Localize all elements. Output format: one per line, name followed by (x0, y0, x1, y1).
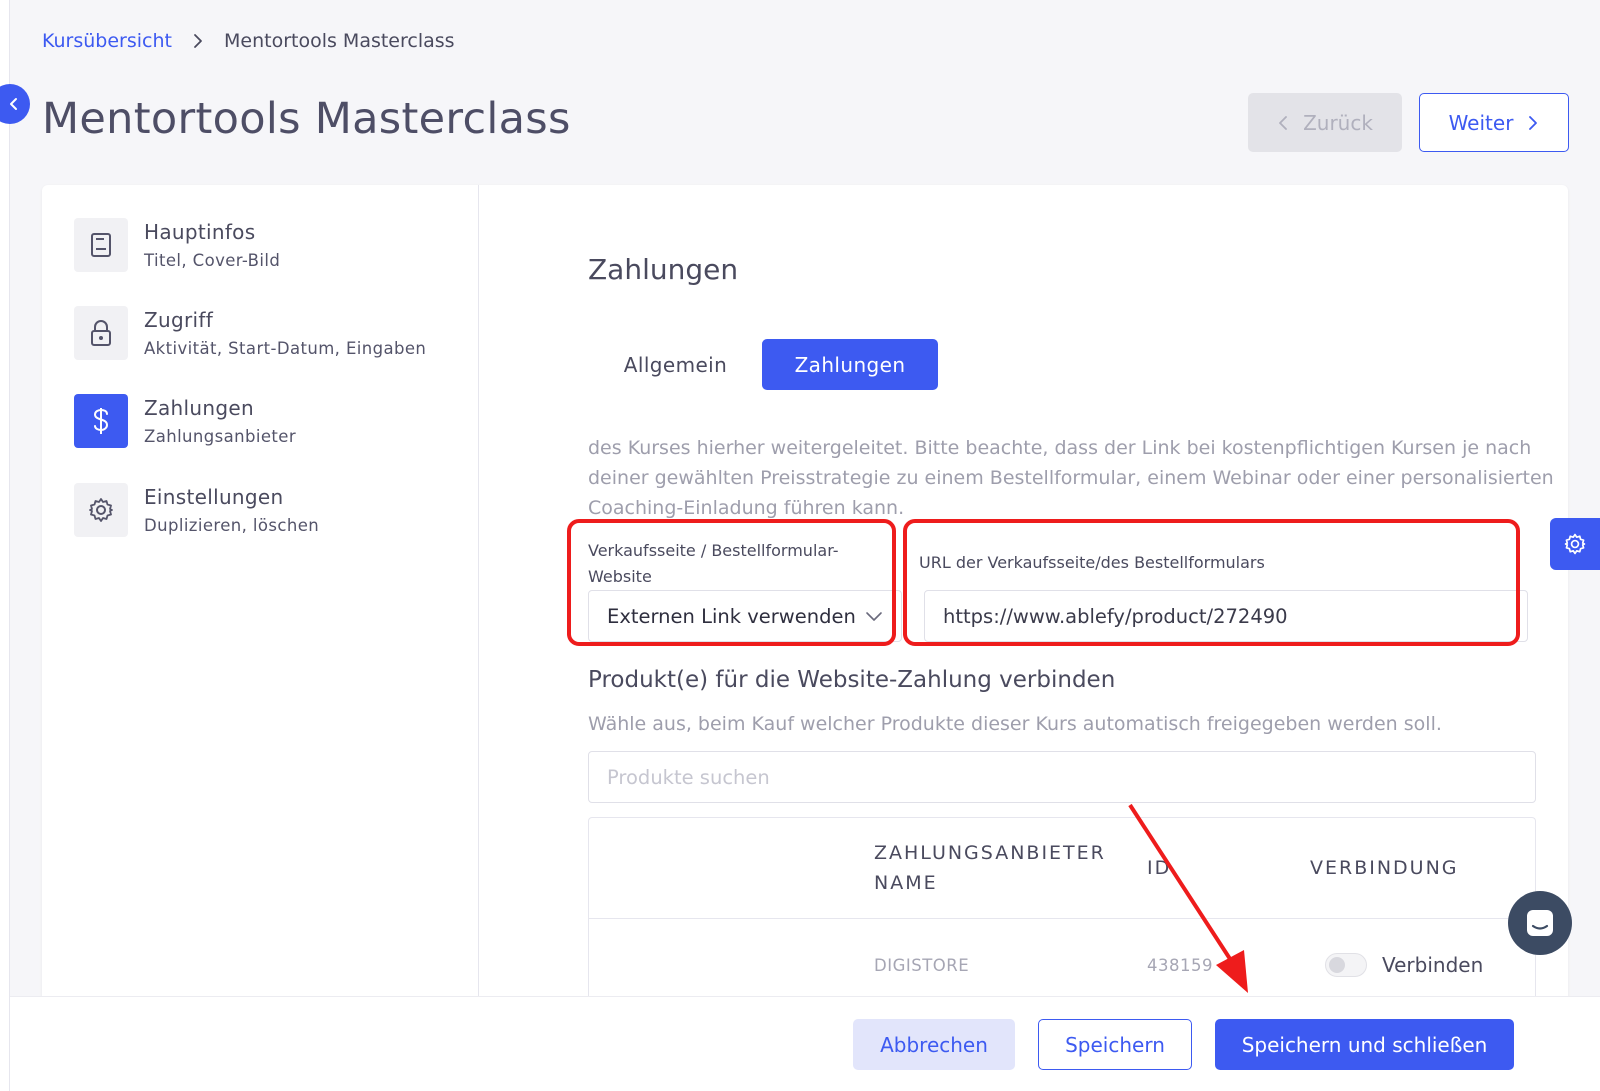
save-and-close-button[interactable]: Speichern und schließen (1215, 1019, 1514, 1070)
sidebar-item-title: Zahlungen (144, 396, 254, 420)
sidebar-item-title: Hauptinfos (144, 220, 256, 244)
breadcrumb-link-kursuebersicht[interactable]: Kursübersicht (42, 30, 172, 52)
connect-toggle[interactable] (1325, 953, 1367, 977)
product-search-input[interactable] (588, 751, 1536, 803)
gear-icon (1564, 533, 1586, 555)
editor-sidebar: Hauptinfos Titel, Cover-Bild Zugriff Akt… (42, 185, 479, 1015)
course-editor-card: Hauptinfos Titel, Cover-Bild Zugriff Akt… (42, 185, 1568, 1015)
products-description: Wähle aus, beim Kauf welcher Produkte di… (588, 713, 1442, 735)
payment-description: des Kurses hierher weitergeleitet. Bitte… (588, 437, 1554, 519)
back-button-label: Zurück (1303, 110, 1373, 135)
products-title: Produkt(e) für die Website-Zahlung verbi… (588, 667, 1116, 693)
sidebar-item-subtitle: Aktivität, Start-Datum, Eingaben (144, 339, 427, 358)
chat-icon (1527, 910, 1553, 936)
sidebar-item-subtitle: Duplizieren, löschen (144, 516, 320, 535)
cancel-button[interactable]: Abbrechen (853, 1019, 1015, 1070)
next-button-label: Weiter (1448, 110, 1514, 135)
dollar-icon (74, 394, 128, 448)
column-header-id: ID (1147, 857, 1172, 879)
chevron-right-icon (192, 33, 204, 49)
section-title: Zahlungen (588, 253, 739, 286)
table-divider (589, 918, 1535, 919)
chevron-right-icon (1529, 115, 1538, 130)
save-button[interactable]: Speichern (1038, 1019, 1192, 1070)
editor-content: Zahlungen Allgemein Zahlungen des Kurses… (479, 185, 1568, 1015)
lock-icon (74, 306, 128, 360)
sidebar-item-subtitle: Titel, Cover-Bild (144, 251, 281, 270)
sidebar-item-subtitle: Zahlungsanbieter (144, 427, 297, 446)
back-button[interactable]: Zurück (1248, 93, 1402, 152)
footer-bar: Abbrechen Speichern Speichern und schlie… (10, 996, 1600, 1091)
left-edge (0, 0, 10, 1091)
tab-allgemein[interactable]: Allgemein (588, 339, 763, 390)
sidebar-item-zahlungen[interactable]: Zahlungen Zahlungsanbieter (74, 394, 296, 448)
collapse-sidebar-button[interactable] (0, 84, 30, 124)
sidebar-item-title: Zugriff (144, 308, 214, 332)
chevron-left-icon (1279, 115, 1287, 130)
sidebar-item-title: Einstellungen (144, 485, 284, 509)
book-icon (74, 218, 128, 272)
chat-launcher-button[interactable] (1508, 891, 1572, 955)
breadcrumb: Kursübersicht Mentortools Masterclass (42, 30, 455, 52)
column-header-provider: ZAHLUNGSANBIETER NAME (874, 842, 1106, 894)
toggle-knob (1329, 957, 1345, 973)
provider-id: 438159 (1147, 956, 1213, 975)
annotation-highlight-url (903, 519, 1520, 646)
settings-floating-button[interactable] (1550, 518, 1600, 570)
gear-icon (74, 483, 128, 537)
connect-label: Verbinden (1382, 953, 1484, 977)
column-header-connection: VERBINDUNG (1310, 857, 1459, 879)
chevron-left-icon (10, 98, 17, 110)
provider-table: ZAHLUNGSANBIETER NAME ID VERBINDUNG DIGI… (588, 817, 1536, 1015)
annotation-highlight-select (567, 519, 896, 646)
page-title: Mentortools Masterclass (42, 94, 571, 144)
sidebar-item-einstellungen[interactable]: Einstellungen Duplizieren, löschen (74, 483, 319, 537)
tab-zahlungen[interactable]: Zahlungen (762, 339, 938, 390)
breadcrumb-current: Mentortools Masterclass (224, 30, 455, 52)
sidebar-item-hauptinfos[interactable]: Hauptinfos Titel, Cover-Bild (74, 218, 280, 272)
sidebar-item-zugriff[interactable]: Zugriff Aktivität, Start-Datum, Eingaben (74, 306, 426, 360)
provider-name: DIGISTORE (874, 956, 970, 975)
next-button[interactable]: Weiter (1419, 93, 1569, 152)
